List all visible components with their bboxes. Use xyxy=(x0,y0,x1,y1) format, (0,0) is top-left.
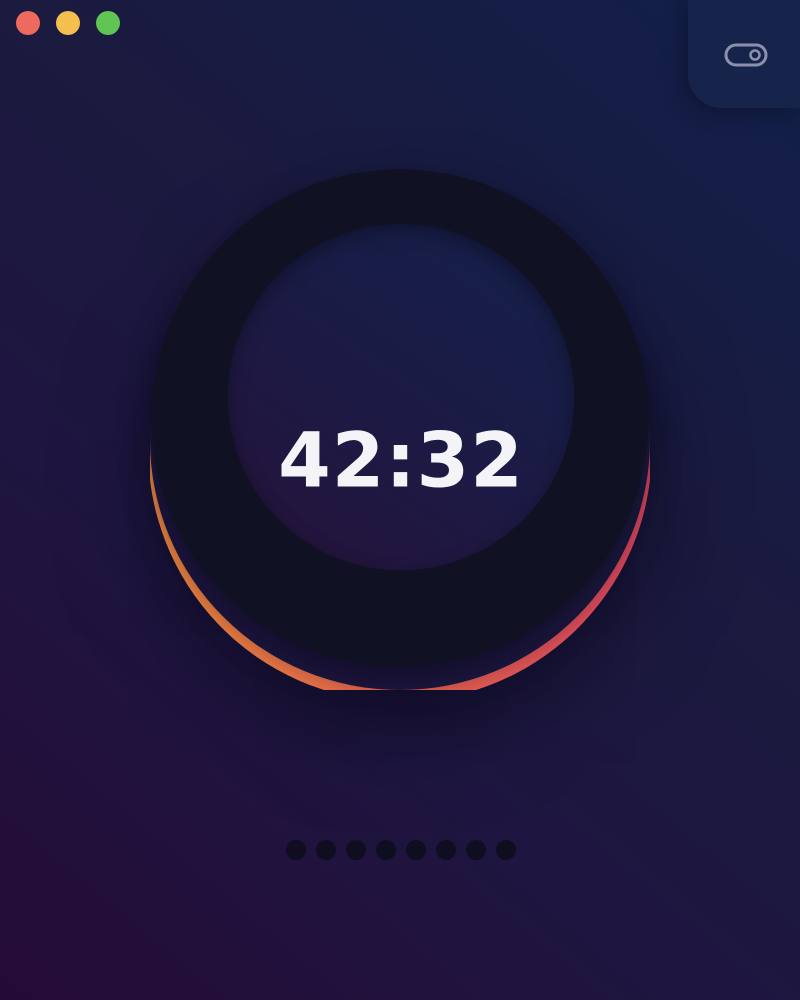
close-button[interactable] xyxy=(16,11,40,35)
page-dot[interactable] xyxy=(436,840,456,860)
page-dot[interactable] xyxy=(496,840,516,860)
time-display: 42:32 xyxy=(278,416,524,505)
page-dot[interactable] xyxy=(346,840,366,860)
window-controls xyxy=(16,11,120,35)
timer-dial[interactable]: 42:32 xyxy=(150,169,650,690)
page-dot[interactable] xyxy=(316,840,336,860)
page-dot[interactable] xyxy=(406,840,426,860)
zoom-button[interactable] xyxy=(96,11,120,35)
page-dot[interactable] xyxy=(286,840,306,860)
page-indicator xyxy=(286,840,516,860)
timer-window: 42:32 xyxy=(0,0,800,1000)
dial-ring: 42:32 xyxy=(151,169,649,667)
page-dot[interactable] xyxy=(466,840,486,860)
page-dot[interactable] xyxy=(376,840,396,860)
dial-face: 42:32 xyxy=(227,223,575,571)
minimize-button[interactable] xyxy=(56,11,80,35)
toggle-switch-icon[interactable] xyxy=(724,42,768,68)
